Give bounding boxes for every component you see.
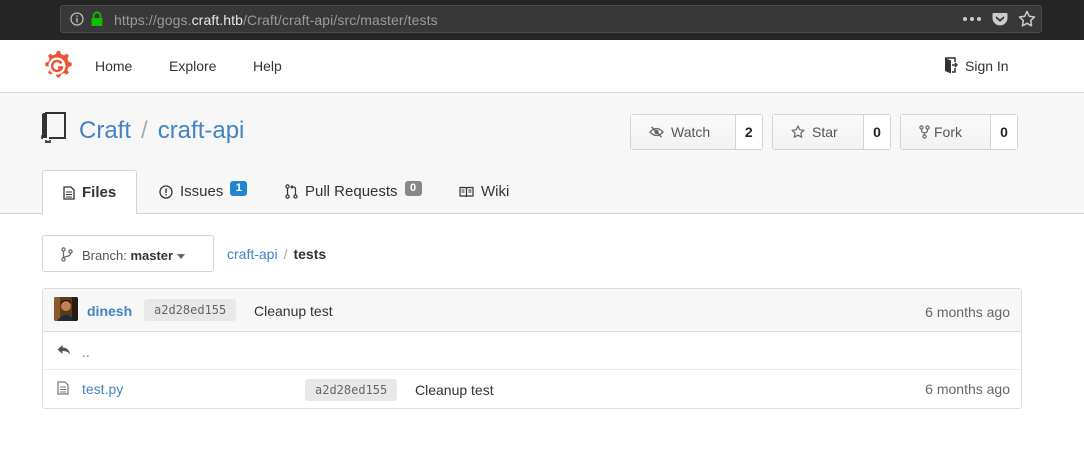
fork-label: Fork xyxy=(934,124,962,140)
commit-sha-label[interactable]: a2d28ed155 xyxy=(144,299,237,321)
commit-author-link[interactable]: dinesh xyxy=(87,303,132,319)
tab-wiki-label: Wiki xyxy=(481,183,510,200)
latest-commit-row: dinesh a2d28ed155 Cleanup test 6 months … xyxy=(43,289,1021,332)
commit-age: 6 months ago xyxy=(925,304,1010,320)
tab-pull-requests-label: Pull Requests xyxy=(305,183,398,200)
git-pull-request-icon xyxy=(285,184,298,199)
star-button[interactable]: Star 0 xyxy=(772,114,891,150)
issues-count-badge: 1 xyxy=(230,181,248,196)
url-host: craft.htb xyxy=(191,12,244,28)
caret-down-icon xyxy=(177,254,185,259)
breadcrumb-current: tests xyxy=(293,246,327,262)
avatar[interactable] xyxy=(54,297,78,321)
sign-in-icon[interactable] xyxy=(944,57,958,74)
breadcrumb: craft-api / tests xyxy=(227,246,326,262)
repo-title-separator: / xyxy=(141,117,148,144)
breadcrumb-root-link[interactable]: craft-api xyxy=(227,246,278,262)
tab-wiki[interactable]: Wiki xyxy=(459,170,509,213)
fork-button[interactable]: Fork 0 xyxy=(900,114,1018,150)
tab-issues-label: Issues xyxy=(180,183,224,200)
file-commit-message[interactable]: Cleanup test xyxy=(415,382,494,398)
lock-icon[interactable] xyxy=(90,11,104,27)
star-count[interactable]: 0 xyxy=(863,115,890,149)
files-table: dinesh a2d28ed155 Cleanup test 6 months … xyxy=(42,288,1022,409)
url-path: /Craft/craft-api/src/master/tests xyxy=(243,12,438,28)
url-prefix: https://gogs. xyxy=(114,12,192,28)
repo-header: Craft / craft-api Watch 2 Star 0 Fork 0 … xyxy=(0,93,1084,214)
watch-count[interactable]: 2 xyxy=(734,115,762,149)
gogs-logo-icon[interactable] xyxy=(42,50,72,82)
nav-home[interactable]: Home xyxy=(95,58,132,74)
repo-name-link[interactable]: craft-api xyxy=(158,117,245,144)
issue-opened-icon xyxy=(159,184,173,199)
breadcrumb-separator: / xyxy=(283,246,288,262)
parent-directory-link[interactable]: .. xyxy=(82,344,90,360)
sign-in-link[interactable]: Sign In xyxy=(965,58,1009,74)
star-label-wrap[interactable]: Star xyxy=(773,115,864,149)
repo-owner-link[interactable]: Craft xyxy=(79,117,131,144)
info-icon[interactable] xyxy=(70,12,84,26)
star-label: Star xyxy=(812,124,838,140)
fork-label-wrap[interactable]: Fork xyxy=(901,115,991,149)
watch-label-wrap[interactable]: Watch xyxy=(631,115,735,149)
pull-requests-count-badge: 0 xyxy=(404,181,422,196)
author-avatar-image xyxy=(54,297,78,321)
address-bar[interactable]: https://gogs.craft.htb/Craft/craft-api/s… xyxy=(60,5,1042,33)
fork-icon xyxy=(919,125,930,139)
watch-label: Watch xyxy=(671,124,711,140)
top-navbar: Home Explore Help Sign In xyxy=(0,40,1084,93)
file-commit-sha-label[interactable]: a2d28ed155 xyxy=(305,379,398,401)
branch-prefix: Branch: xyxy=(82,248,127,263)
more-icon[interactable] xyxy=(962,16,982,22)
pocket-icon[interactable] xyxy=(992,11,1008,27)
tab-files-label: Files xyxy=(82,184,117,201)
bookmark-star-icon[interactable] xyxy=(1018,10,1036,28)
table-row: test.py a2d28ed155 Cleanup test 6 months… xyxy=(43,370,1021,408)
file-name-link[interactable]: test.py xyxy=(82,381,123,397)
tab-files[interactable]: Files xyxy=(42,170,138,214)
repo-book-icon xyxy=(41,112,66,143)
git-branch-icon xyxy=(61,247,73,262)
repo-title: Craft / craft-api xyxy=(79,117,244,145)
reply-arrow-icon xyxy=(57,345,70,355)
file-text-icon xyxy=(63,185,75,200)
eye-slash-icon xyxy=(649,126,664,138)
url-text[interactable]: https://gogs.craft.htb/Craft/craft-api/s… xyxy=(114,12,438,28)
branch-text: Branch: master xyxy=(82,248,173,263)
commit-message: Cleanup test xyxy=(254,303,333,319)
nav-help[interactable]: Help xyxy=(253,58,282,74)
branch-dropdown[interactable]: Branch: master xyxy=(42,235,214,272)
nav-explore[interactable]: Explore xyxy=(169,58,216,74)
fork-count[interactable]: 0 xyxy=(990,115,1017,149)
star-icon xyxy=(791,125,805,138)
book-icon xyxy=(459,186,474,197)
file-text-icon xyxy=(57,381,69,395)
browser-toolbar: https://gogs.craft.htb/Craft/craft-api/s… xyxy=(0,0,1084,41)
file-commit-age: 6 months ago xyxy=(925,381,1010,397)
tab-pull-requests[interactable]: Pull Requests 0 xyxy=(285,170,422,213)
watch-button[interactable]: Watch 2 xyxy=(630,114,763,150)
tab-issues[interactable]: Issues 1 xyxy=(159,170,248,213)
branch-name: master xyxy=(130,248,174,263)
parent-directory-row[interactable]: .. xyxy=(43,332,1021,370)
